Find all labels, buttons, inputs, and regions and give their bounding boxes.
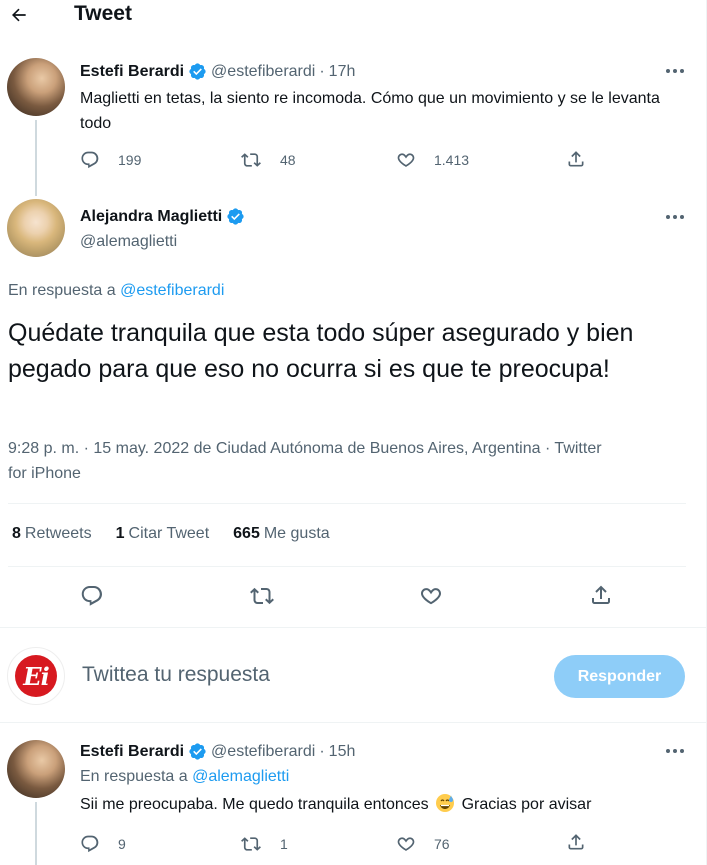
- divider: [8, 566, 686, 567]
- divider: [8, 503, 686, 504]
- divider: [0, 627, 706, 628]
- reply-count: 9: [118, 836, 126, 852]
- more-dots-icon: [666, 69, 684, 73]
- author-name[interactable]: Estefi Berardi: [80, 63, 184, 81]
- verified-badge-icon: [189, 743, 206, 760]
- reply-context: En respuesta a @alemaglietti: [80, 768, 289, 786]
- share-icon: [568, 834, 584, 850]
- back-button[interactable]: [6, 2, 32, 28]
- retweets-stat[interactable]: 8 Retweets: [12, 525, 92, 543]
- responder-button[interactable]: Responder: [554, 655, 685, 698]
- heart-icon: [421, 588, 441, 605]
- avatar[interactable]: [7, 740, 65, 798]
- tweet-text-part: Sii me preocupaba. Me quedo tranquila en…: [80, 796, 429, 813]
- divider: [0, 722, 706, 723]
- author-name[interactable]: Estefi Berardi: [80, 743, 184, 761]
- more-options-button[interactable]: [663, 207, 687, 227]
- tweet-author-row: Alejandra Maglietti: [80, 207, 249, 226]
- separator-dot: ·: [319, 742, 325, 760]
- retweet-count: 48: [280, 152, 296, 168]
- retweets-stat-count: 8: [12, 525, 21, 542]
- author-handle[interactable]: @alemaglietti: [80, 233, 177, 251]
- more-options-button[interactable]: [663, 741, 687, 761]
- handle-row: @alemaglietti: [80, 233, 177, 251]
- author-handle[interactable]: @estefiberardi: [211, 63, 315, 81]
- author-handle[interactable]: @estefiberardi: [211, 743, 315, 761]
- reply-icon: [81, 151, 99, 169]
- like-button[interactable]: 76: [396, 834, 450, 854]
- separator-dot: ·: [319, 62, 325, 80]
- tweet-time[interactable]: 17h: [329, 63, 356, 81]
- reply-mention-link[interactable]: @alemaglietti: [192, 768, 289, 785]
- reply-input[interactable]: Twittea tu respuesta: [82, 663, 270, 687]
- ei-logo: Ei: [15, 655, 57, 697]
- tweet-stats: 8 Retweets 1 Citar Tweet 665 Me gusta: [12, 525, 354, 543]
- share-button[interactable]: [566, 149, 586, 169]
- verified-badge-icon: [189, 63, 206, 80]
- likes-stat-count: 665: [233, 525, 260, 542]
- retweet-button[interactable]: 1: [240, 834, 288, 854]
- header: Tweet: [0, 0, 706, 30]
- verified-badge-icon: [227, 208, 244, 225]
- reply-count: 199: [118, 152, 142, 168]
- tweet-text: Maglietti en tetas, la siento re incomod…: [80, 90, 660, 132]
- retweet-icon: [241, 153, 261, 167]
- grinning-sweat-emoji: [436, 794, 455, 812]
- tweet-author-row: Estefi Berardi @estefiberardi · 15h: [80, 742, 355, 761]
- thread-line: [35, 802, 37, 865]
- page-title: Tweet: [74, 2, 132, 25]
- more-dots-icon: [666, 215, 684, 219]
- reply-icon: [81, 835, 99, 853]
- retweet-icon: [250, 587, 274, 605]
- tweet-metadata[interactable]: 9:28 p. m. · 15 may. 2022 de Ciudad Autó…: [8, 436, 608, 486]
- heart-icon: [397, 153, 415, 167]
- share-button[interactable]: [589, 583, 613, 607]
- avatar[interactable]: [7, 199, 65, 257]
- reply-prefix: En respuesta a: [8, 282, 116, 299]
- retweet-button[interactable]: [249, 584, 275, 608]
- like-count: 1.413: [434, 152, 470, 168]
- quotes-stat-label: Citar Tweet: [128, 525, 210, 542]
- retweet-icon: [241, 837, 261, 851]
- likes-stat-label: Me gusta: [263, 525, 330, 542]
- arrow-left-icon: [12, 8, 26, 22]
- share-icon: [568, 151, 584, 167]
- tweet-time[interactable]: 15h: [329, 743, 356, 761]
- reply-context: En respuesta a @estefiberardi: [8, 282, 224, 300]
- reply-prefix: En respuesta a: [80, 768, 188, 785]
- avatar[interactable]: [7, 58, 65, 116]
- author-name[interactable]: Alejandra Maglietti: [80, 208, 222, 226]
- likes-stat[interactable]: 665 Me gusta: [233, 525, 330, 543]
- heart-icon: [397, 837, 415, 851]
- main-tweet-text: Quédate tranquila que esta todo súper as…: [8, 319, 634, 383]
- retweet-count: 1: [280, 836, 288, 852]
- quotes-stat[interactable]: 1 Citar Tweet: [116, 525, 210, 543]
- reply-button[interactable]: 9: [80, 834, 126, 854]
- avatar[interactable]: Ei: [7, 647, 65, 705]
- reply-icon: [81, 586, 102, 606]
- quotes-stat-count: 1: [115, 525, 125, 542]
- retweets-stat-label: Retweets: [24, 525, 92, 542]
- reply-button[interactable]: [80, 584, 104, 608]
- more-options-button[interactable]: [663, 61, 687, 81]
- share-icon: [592, 585, 610, 604]
- like-count: 76: [434, 836, 450, 852]
- tweet-author-row: Estefi Berardi @estefiberardi · 17h: [80, 62, 355, 81]
- more-dots-icon: [666, 749, 684, 753]
- tweet-text-part: Gracias por avisar: [461, 796, 592, 813]
- like-button[interactable]: 1.413: [396, 150, 469, 170]
- retweet-button[interactable]: 48: [240, 150, 296, 170]
- tweet-text: Sii me preocupaba. Me quedo tranquila en…: [80, 792, 690, 817]
- reply-button[interactable]: 199: [80, 150, 141, 170]
- thread-line: [35, 120, 37, 196]
- like-button[interactable]: [419, 584, 443, 608]
- share-button[interactable]: [566, 832, 586, 852]
- reply-mention-link[interactable]: @estefiberardi: [120, 282, 224, 299]
